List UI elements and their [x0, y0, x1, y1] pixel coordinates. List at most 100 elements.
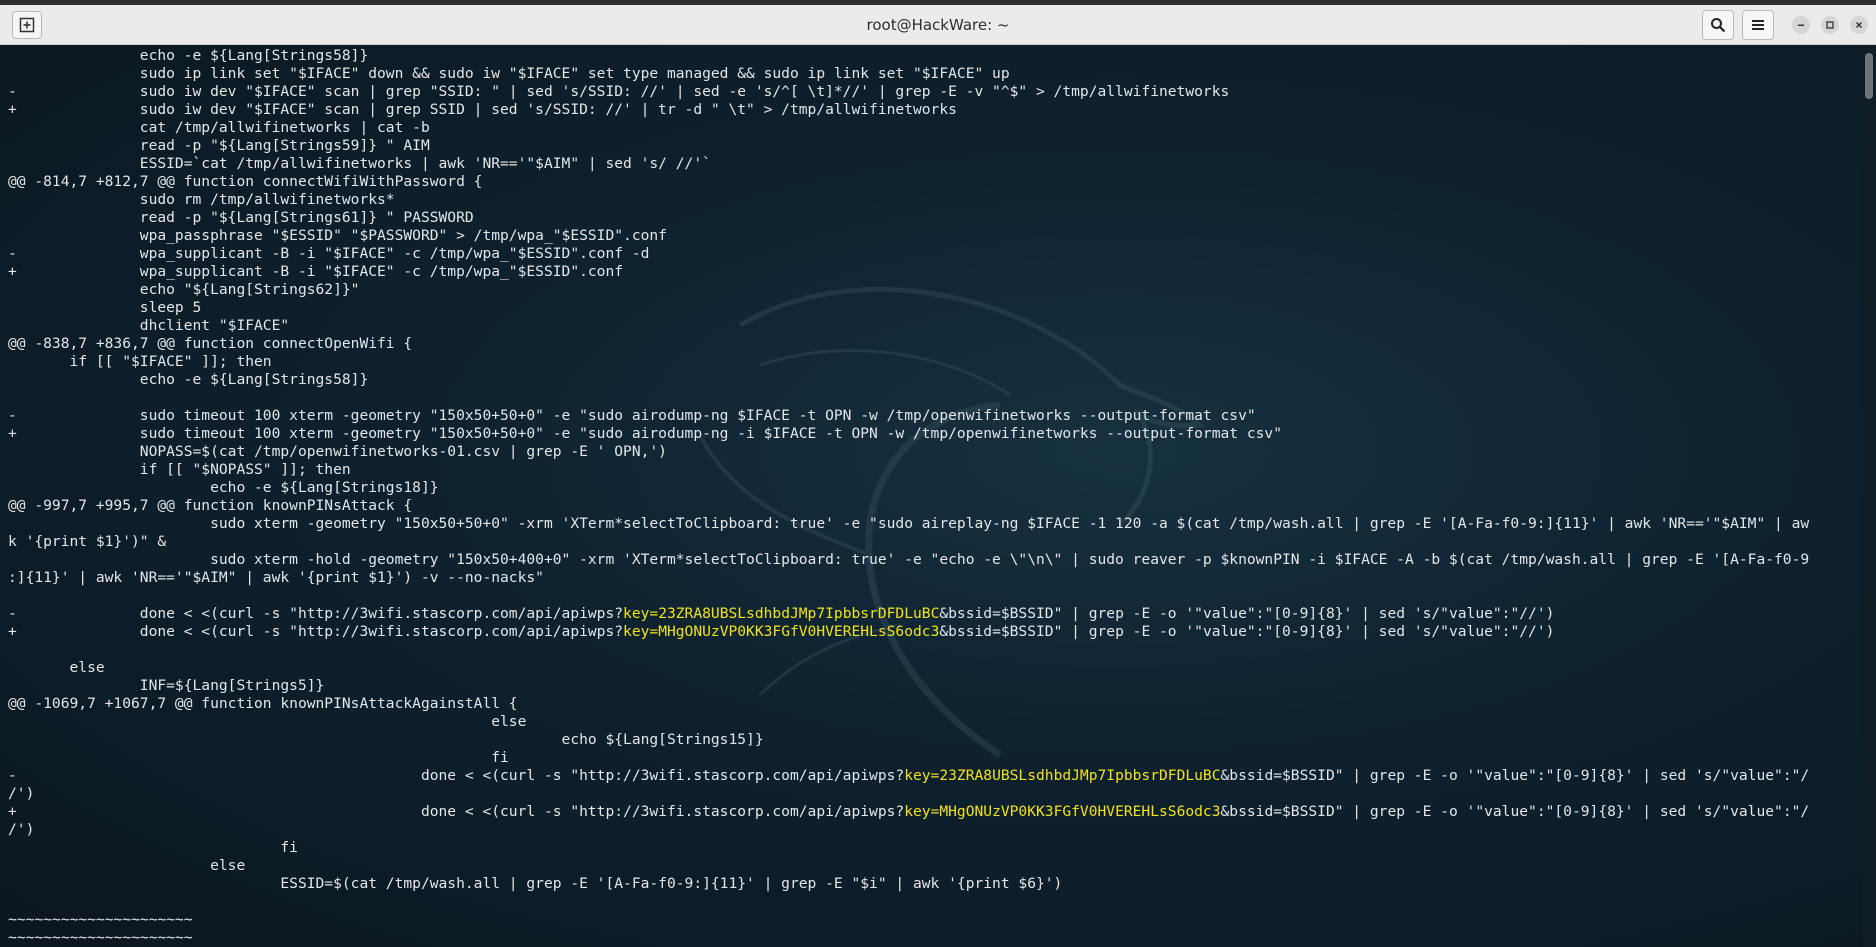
- terminal-text-segment: echo -e ${Lang[Strings58]}: [8, 47, 369, 64]
- terminal-text-segment: &bssid=$BSSID" | grep -E -o '"value":"[0…: [939, 623, 1555, 640]
- terminal-text-segment: @@ -838,7 +836,7 @@ function connectOpen…: [8, 335, 413, 352]
- terminal-text-segment: &bssid=$BSSID" | grep -E -o '"value":"[0…: [1220, 803, 1810, 820]
- scrollbar[interactable]: [1862, 45, 1876, 947]
- maximize-button[interactable]: [1821, 16, 1839, 34]
- terminal-line: if [[ "$NOPASS" ]]; then: [8, 461, 1809, 479]
- terminal-titlebar: root@HackWare: ~: [0, 5, 1876, 45]
- terminal-text-segment: &bssid=$BSSID" | grep -E -o '"value":"[0…: [939, 605, 1555, 622]
- terminal-text-segment: echo -e ${Lang[Strings58]}: [8, 371, 369, 388]
- terminal-line: ESSID=`cat /tmp/allwifinetworks | awk 'N…: [8, 155, 1809, 173]
- terminal-text-segment: sudo xterm -geometry "150x50+50+0" -xrm …: [8, 515, 1810, 532]
- scrollbar-thumb[interactable]: [1865, 53, 1873, 99]
- terminal-text-segment: read -p "${Lang[Strings59]} " AIM: [8, 137, 430, 154]
- terminal-line: dhclient "$IFACE": [8, 317, 1809, 335]
- terminal-text-segment: @@ -997,7 +995,7 @@ function knownPINsAt…: [8, 497, 413, 514]
- terminal-text-segment: echo "${Lang[Strings62]}": [8, 281, 360, 298]
- terminal-line: read -p "${Lang[Strings59]} " AIM: [8, 137, 1809, 155]
- terminal-text-segment: sleep 5: [8, 299, 202, 316]
- menu-button[interactable]: [1742, 10, 1774, 40]
- terminal-text-segment: ESSID=$(cat /tmp/wash.all | grep -E '[A-…: [8, 875, 1063, 892]
- terminal-line: :]{11}' | awk 'NR=='"$AIM" | awk '{print…: [8, 569, 1809, 587]
- terminal-text-segment: NOPASS=$(cat /tmp/openwifinetworks-01.cs…: [8, 443, 667, 460]
- terminal-line: + wpa_supplicant -B -i "$IFACE" -c /tmp/…: [8, 263, 1809, 281]
- terminal-line: @@ -814,7 +812,7 @@ function connectWifi…: [8, 173, 1809, 191]
- terminal-text-segment: ~~~~~~~~~~~~~~~~~~~~~: [8, 929, 193, 946]
- terminal-text-segment: else: [8, 713, 527, 730]
- terminal-line: ~~~~~~~~~~~~~~~~~~~~~: [8, 911, 1809, 929]
- terminal-text-segment: sudo ip link set "$IFACE" down && sudo i…: [8, 65, 1010, 82]
- close-button[interactable]: [1850, 16, 1868, 34]
- terminal-line: @@ -1069,7 +1067,7 @@ function knownPINs…: [8, 695, 1809, 713]
- terminal-text-segment: + sudo timeout 100 xterm -geometry "150x…: [8, 425, 1282, 442]
- terminal-text-segment: else: [8, 659, 105, 676]
- terminal-text-segment: + sudo iw dev "$IFACE" scan | grep SSID …: [8, 101, 957, 118]
- terminal-text-segment: k '{print $1}')" &: [8, 533, 167, 550]
- terminal-text-segment: sudo xterm -hold -geometry "150x50+400+0…: [8, 551, 1810, 568]
- window-title: root@HackWare: ~: [866, 16, 1010, 34]
- terminal-text-segment: sudo rm /tmp/allwifinetworks*: [8, 191, 395, 208]
- terminal-line: INF=${Lang[Strings5]}: [8, 677, 1809, 695]
- terminal-text-segment: &bssid=$BSSID" | grep -E -o '"value":"[0…: [1220, 767, 1810, 784]
- terminal-text-segment: fi: [8, 839, 298, 856]
- terminal-line: + sudo timeout 100 xterm -geometry "150x…: [8, 425, 1809, 443]
- terminal-line: + done < <(curl -s "http://3wifi.stascor…: [8, 623, 1809, 641]
- terminal-line: k '{print $1}')" &: [8, 533, 1809, 551]
- terminal-text-segment: @@ -814,7 +812,7 @@ function connectWifi…: [8, 173, 483, 190]
- terminal-line: /'): [8, 785, 1809, 803]
- terminal-text-segment: @@ -1069,7 +1067,7 @@ function knownPINs…: [8, 695, 518, 712]
- api-key-highlight: key=23ZRA8UBSLsdhbdJMp7IpbbsrDFDLuBC: [904, 767, 1221, 784]
- terminal-view[interactable]: echo -e ${Lang[Strings58]} sudo ip link …: [0, 45, 1862, 947]
- terminal-line: echo -e ${Lang[Strings58]}: [8, 371, 1809, 389]
- terminal-text-segment: fi: [8, 749, 509, 766]
- terminal-line: echo -e ${Lang[Strings18]}: [8, 479, 1809, 497]
- api-key-highlight: key=MHgONUzVP0KK3FGfV0HVEREHLsS6odc3: [623, 623, 940, 640]
- terminal-line: - done < <(curl -s "http://3wifi.stascor…: [8, 767, 1809, 785]
- terminal-line: if [[ "$IFACE" ]]; then: [8, 353, 1809, 371]
- api-key-highlight: key=23ZRA8UBSLsdhbdJMp7IpbbsrDFDLuBC: [623, 605, 940, 622]
- terminal-text-segment: + done < <(curl -s "http://3wifi.stascor…: [8, 623, 624, 640]
- terminal-output: echo -e ${Lang[Strings58]} sudo ip link …: [8, 47, 1809, 947]
- terminal-line: sudo ip link set "$IFACE" down && sudo i…: [8, 65, 1809, 83]
- terminal-line: else: [8, 857, 1809, 875]
- terminal-line: sudo xterm -geometry "150x50+50+0" -xrm …: [8, 515, 1809, 533]
- terminal-line: sudo xterm -hold -geometry "150x50+400+0…: [8, 551, 1809, 569]
- terminal-line: @@ -997,7 +995,7 @@ function knownPINsAt…: [8, 497, 1809, 515]
- terminal-line: sudo rm /tmp/allwifinetworks*: [8, 191, 1809, 209]
- terminal-text-segment: - done < <(curl -s "http://3wifi.stascor…: [8, 767, 905, 784]
- minimize-icon: [1798, 24, 1804, 26]
- terminal-line: - done < <(curl -s "http://3wifi.stascor…: [8, 605, 1809, 623]
- search-icon: [1711, 18, 1726, 33]
- search-button[interactable]: [1702, 10, 1734, 40]
- terminal-line: read -p "${Lang[Strings61]} " PASSWORD: [8, 209, 1809, 227]
- terminal-text-segment: + done < <(curl -s "http://3wifi.stascor…: [8, 803, 905, 820]
- minimize-button[interactable]: [1792, 16, 1810, 34]
- terminal-line: ESSID=$(cat /tmp/wash.all | grep -E '[A-…: [8, 875, 1809, 893]
- terminal-line: + done < <(curl -s "http://3wifi.stascor…: [8, 803, 1809, 821]
- terminal-line: NOPASS=$(cat /tmp/openwifinetworks-01.cs…: [8, 443, 1809, 461]
- terminal-line: fi: [8, 749, 1809, 767]
- terminal-line: echo "${Lang[Strings62]}": [8, 281, 1809, 299]
- terminal-text-segment: + wpa_supplicant -B -i "$IFACE" -c /tmp/…: [8, 263, 624, 280]
- terminal-text-segment: :]{11}' | awk 'NR=='"$AIM" | awk '{print…: [8, 569, 544, 586]
- terminal-text-segment: INF=${Lang[Strings5]}: [8, 677, 325, 694]
- terminal-line: sleep 5: [8, 299, 1809, 317]
- terminal-text-segment: dhclient "$IFACE": [8, 317, 290, 334]
- terminal-text-segment: cat /tmp/allwifinetworks | cat -b: [8, 119, 430, 136]
- terminal-text-segment: - sudo timeout 100 xterm -geometry "150x…: [8, 407, 1256, 424]
- terminal-line: - wpa_supplicant -B -i "$IFACE" -c /tmp/…: [8, 245, 1809, 263]
- terminal-text-segment: /'): [8, 785, 35, 802]
- terminal-text-segment: - sudo iw dev "$IFACE" scan | grep "SSID…: [8, 83, 1230, 100]
- terminal-text-segment: wpa_passphrase "$ESSID" "$PASSWORD" > /t…: [8, 227, 667, 244]
- hamburger-menu-icon: [1752, 20, 1764, 30]
- terminal-line: + sudo iw dev "$IFACE" scan | grep SSID …: [8, 101, 1809, 119]
- terminal-text-segment: ESSID=`cat /tmp/allwifinetworks | awk 'N…: [8, 155, 711, 172]
- close-icon: [1856, 22, 1862, 28]
- terminal-line: @@ -838,7 +836,7 @@ function connectOpen…: [8, 335, 1809, 353]
- terminal-line: - sudo timeout 100 xterm -geometry "150x…: [8, 407, 1809, 425]
- terminal-line: /'): [8, 821, 1809, 839]
- terminal-line: ~~~~~~~~~~~~~~~~~~~~~: [8, 929, 1809, 947]
